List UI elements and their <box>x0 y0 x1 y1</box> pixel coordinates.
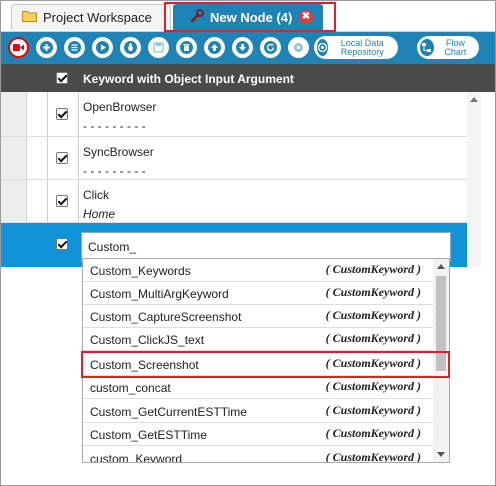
table-row[interactable]: SyncBrowser - - - - - - - - - <box>1 137 467 180</box>
suggestion-type: ( CustomKeyword ) <box>325 262 421 276</box>
scroll-up-arrow-icon[interactable] <box>470 97 478 102</box>
suggestion-type: ( CustomKeyword ) <box>325 403 421 417</box>
suggestion-type: ( CustomKeyword ) <box>325 356 421 370</box>
row-keyword: SyncBrowser <box>83 145 154 159</box>
tab-project-workspace-label: Project Workspace <box>43 10 152 25</box>
wrench-icon <box>190 9 204 25</box>
play-icon[interactable] <box>92 37 113 58</box>
suggestion-item[interactable]: Custom_CaptureScreenshot ( CustomKeyword… <box>83 305 433 328</box>
table-row[interactable]: OpenBrowser - - - - - - - - - <box>1 92 467 137</box>
suggestion-name: Custom_Keywords <box>90 264 191 278</box>
save-icon[interactable] <box>148 37 169 58</box>
suggestion-name: Custom_CaptureScreenshot <box>90 310 242 324</box>
row-checkbox[interactable] <box>56 108 68 120</box>
row-checkbox[interactable] <box>56 152 68 164</box>
suggestion-name: Custom_GetCurrentESTTime <box>90 405 247 419</box>
tab-project-workspace[interactable]: Project Workspace <box>11 4 171 30</box>
suggestion-item[interactable]: Custom_ClickJS_text ( CustomKeyword ) <box>83 328 433 351</box>
row-keyword: Click <box>83 188 109 202</box>
tab-new-node-label: New Node (4) <box>210 9 293 25</box>
suggestion-type: ( CustomKeyword ) <box>325 285 421 299</box>
suggestion-name: Custom_ClickJS_text <box>90 333 205 347</box>
suggestion-name: Custom_MultiArgKeyword <box>90 287 229 301</box>
delete-icon[interactable] <box>176 37 197 58</box>
refresh-icon[interactable] <box>260 37 281 58</box>
folder-icon <box>22 10 37 25</box>
suggestion-type: ( CustomKeyword ) <box>325 331 421 345</box>
row-argument: - - - - - - - - - <box>83 164 146 178</box>
suggestion-type: ( CustomKeyword ) <box>325 308 421 322</box>
tab-bar: Project Workspace New Node (4) ✖ <box>1 1 495 32</box>
grid-header: Keyword with Object Input Argument <box>1 64 495 92</box>
suggestion-type: ( CustomKeyword ) <box>325 450 421 463</box>
suggestion-item[interactable]: Custom_MultiArgKeyword ( CustomKeyword ) <box>83 282 433 305</box>
flow-chart-icon <box>420 39 434 56</box>
row-checkbox[interactable] <box>56 238 68 250</box>
column-header-keyword: Keyword with Object Input Argument <box>83 72 294 86</box>
row-argument: - - - - - - - - - <box>83 119 146 133</box>
close-tab-icon[interactable]: ✖ <box>299 10 313 24</box>
suggestion-item[interactable]: custom_Keyword ( CustomKeyword ) <box>83 447 433 463</box>
select-all-checkbox[interactable] <box>56 72 68 84</box>
suggestion-item[interactable]: Custom_GetESTTime ( CustomKeyword ) <box>83 423 433 446</box>
move-up-icon[interactable] <box>204 37 225 58</box>
table-row[interactable]: Click Home <box>1 180 467 223</box>
settings-icon[interactable] <box>288 37 309 58</box>
app-frame: Project Workspace New Node (4) ✖ Local D… <box>0 0 496 486</box>
scroll-up-arrow-icon[interactable] <box>437 264 445 269</box>
dropdown-scrollbar[interactable] <box>433 259 449 462</box>
local-data-repository-button[interactable]: Local Data Repository <box>314 36 398 59</box>
flow-chart-button[interactable]: Flow Chart <box>417 36 479 59</box>
toolbar: Local Data Repository Flow Chart <box>1 32 495 64</box>
suggestion-item[interactable]: Custom_Keywords ( CustomKeyword ) <box>83 259 433 282</box>
suggestion-name: custom_concat <box>90 381 171 395</box>
database-icon <box>317 39 329 56</box>
debug-icon[interactable] <box>120 37 141 58</box>
suggestion-item[interactable]: custom_concat ( CustomKeyword ) <box>83 376 433 399</box>
list-icon[interactable] <box>64 37 85 58</box>
tab-new-node[interactable]: New Node (4) ✖ <box>173 4 323 30</box>
move-down-icon[interactable] <box>232 37 253 58</box>
suggestion-name: Custom_Screenshot <box>90 358 199 372</box>
record-icon[interactable] <box>8 37 29 58</box>
row-checkbox[interactable] <box>56 195 68 207</box>
row-argument: Home <box>83 207 116 221</box>
scrollbar-thumb[interactable] <box>436 276 446 371</box>
add-icon[interactable] <box>36 37 57 58</box>
suggestion-item-custom-screenshot[interactable]: Custom_Screenshot ( CustomKeyword ) <box>83 353 433 376</box>
suggestion-name: custom_Keyword <box>90 452 183 463</box>
suggestion-item[interactable]: Custom_GetCurrentESTTime ( CustomKeyword… <box>83 400 433 423</box>
suggestion-name: Custom_GetESTTime <box>90 428 207 442</box>
row-keyword: OpenBrowser <box>83 100 157 114</box>
keyword-suggestion-dropdown: Custom_Keywords ( CustomKeyword ) Custom… <box>82 258 450 463</box>
suggestion-type: ( CustomKeyword ) <box>325 379 421 393</box>
grid-scrollbar[interactable] <box>467 92 481 267</box>
local-data-repository-label: Local Data Repository <box>340 37 384 57</box>
flow-chart-label: Flow Chart <box>444 37 467 57</box>
scroll-down-arrow-icon[interactable] <box>437 452 445 457</box>
suggestion-type: ( CustomKeyword ) <box>325 426 421 440</box>
